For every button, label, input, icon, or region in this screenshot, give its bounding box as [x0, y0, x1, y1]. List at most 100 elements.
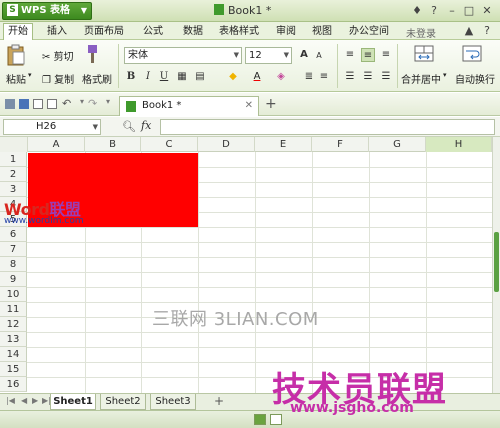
bold-button[interactable]: B — [124, 70, 138, 84]
format-painter-label[interactable]: 格式刷 — [82, 71, 112, 86]
login-link[interactable]: 未登录 — [406, 25, 436, 40]
row-header[interactable]: 11 — [0, 302, 27, 317]
tab-office-space[interactable]: 办公空间 — [349, 24, 389, 39]
sheet-tab-sheet3[interactable]: Sheet3 — [150, 394, 196, 410]
close-button[interactable]: ✕ — [480, 4, 494, 17]
tab-review[interactable]: 审阅 — [276, 24, 296, 39]
underline-button[interactable]: U — [157, 70, 171, 84]
row-header[interactable]: 13 — [0, 332, 27, 347]
align-left-icon[interactable]: ☰ — [343, 70, 357, 84]
row-header[interactable]: 8 — [0, 257, 27, 272]
preview-icon[interactable] — [47, 99, 57, 109]
row-header[interactable]: 12 — [0, 317, 27, 332]
print-icon[interactable] — [33, 99, 43, 109]
normal-view-icon[interactable] — [254, 414, 266, 425]
row-header[interactable]: 14 — [0, 347, 27, 362]
align-middle-icon[interactable]: ≡ — [361, 48, 375, 62]
prev-sheet-icon[interactable]: ◀ — [21, 396, 27, 405]
undo-icon[interactable]: ↶ — [62, 97, 71, 110]
next-sheet-icon[interactable]: ▶ — [32, 396, 38, 405]
align-right-icon[interactable]: ☰ — [379, 70, 393, 84]
tab-formulas[interactable]: 公式 — [143, 24, 163, 39]
decrease-font-icon[interactable]: A — [312, 49, 326, 63]
fill-color-icon[interactable]: ◆ — [226, 70, 240, 84]
help-icon[interactable]: ? — [427, 4, 441, 17]
scrollbar-thumb[interactable] — [494, 232, 499, 292]
help-circle-icon[interactable]: ? — [480, 24, 494, 37]
add-tab-button[interactable]: + — [265, 96, 277, 112]
font-size-select[interactable]: 12 ▼ — [245, 47, 292, 64]
align-top-icon[interactable]: ≡ — [343, 48, 357, 62]
increase-font-icon[interactable]: A — [297, 48, 311, 62]
clear-format-icon[interactable]: ◈ — [274, 70, 288, 84]
row-header[interactable]: 10 — [0, 287, 27, 302]
indent-icon[interactable]: ≣ — [302, 70, 316, 84]
paste-button[interactable] — [6, 44, 28, 68]
chevron-up-icon[interactable]: ▲ — [462, 24, 476, 37]
row-header[interactable]: 16 — [0, 377, 27, 392]
vertical-scrollbar[interactable] — [492, 137, 500, 393]
autowrap-label[interactable]: 自动换行 — [455, 71, 495, 86]
chevron-down-icon[interactable]: ▾ — [443, 71, 447, 79]
merge-center-label[interactable]: 合并居中 — [401, 71, 441, 86]
close-icon[interactable]: ✕ — [245, 97, 253, 115]
column-header-a[interactable]: A — [28, 137, 85, 152]
cut-button[interactable]: ✂ 剪切 — [42, 48, 74, 63]
outdent-icon[interactable]: ≡ — [317, 70, 331, 84]
first-sheet-icon[interactable]: |◀ — [6, 396, 15, 405]
font-color-button[interactable]: A — [250, 70, 264, 84]
tab-home[interactable]: 开始 — [3, 23, 33, 40]
border-icon[interactable]: ▦ — [175, 70, 189, 84]
add-sheet-button[interactable]: + — [214, 394, 224, 408]
sheet-tab-sheet1[interactable]: Sheet1 — [50, 394, 96, 410]
column-header-g[interactable]: G — [369, 137, 426, 152]
row-header[interactable]: 9 — [0, 272, 27, 287]
row-header[interactable]: 3 — [0, 182, 27, 197]
merge-center-button[interactable] — [414, 44, 434, 67]
tab-data[interactable]: 数据 — [183, 24, 203, 39]
paste-label[interactable]: 粘贴 — [6, 71, 26, 86]
chevron-down-icon[interactable]: ▾ — [80, 97, 84, 106]
italic-button[interactable]: I — [141, 70, 155, 84]
app-menu-button[interactable]: S WPS 表格 ▼ — [2, 2, 92, 20]
font-name-select[interactable]: 宋体 ▼ — [124, 47, 242, 64]
tab-table-style[interactable]: 表格样式 — [219, 24, 259, 39]
column-header-e[interactable]: E — [255, 137, 312, 152]
align-center-icon[interactable]: ☰ — [361, 70, 375, 84]
align-bottom-icon[interactable]: ≡ — [379, 48, 393, 62]
row-header[interactable]: 15 — [0, 362, 27, 377]
skin-icon[interactable]: ♦ — [410, 4, 424, 17]
chevron-down-icon[interactable]: ▾ — [28, 71, 32, 79]
sheet-tab-sheet2[interactable]: Sheet2 — [100, 394, 146, 410]
chevron-down-icon[interactable]: ▾ — [106, 97, 110, 106]
column-header-h[interactable]: H — [426, 137, 492, 152]
column-header-c[interactable]: C — [141, 137, 198, 152]
column-header-d[interactable]: D — [198, 137, 255, 152]
autowrap-button[interactable] — [462, 44, 482, 67]
tab-page-layout[interactable]: 页面布局 — [84, 24, 124, 39]
page-break-view-icon[interactable] — [270, 414, 282, 425]
save-icon[interactable] — [19, 99, 29, 109]
copy-button[interactable]: ❐ 复制 — [42, 71, 74, 86]
row-header[interactable]: 7 — [0, 242, 27, 257]
tab-insert[interactable]: 插入 — [47, 24, 67, 39]
fx-button[interactable]: fx — [141, 119, 151, 132]
formula-input[interactable] — [160, 119, 495, 135]
row-header[interactable]: 2 — [0, 167, 27, 182]
magnifier-icon[interactable]: 🔍︎ — [122, 120, 136, 133]
document-tab[interactable]: Book1 * ✕ — [119, 96, 259, 116]
column-header-f[interactable]: F — [312, 137, 369, 152]
tab-view[interactable]: 视图 — [312, 24, 332, 39]
select-all-corner[interactable] — [0, 137, 28, 152]
format-painter-button[interactable] — [84, 44, 100, 67]
column-header-b[interactable]: B — [85, 137, 141, 152]
name-box[interactable]: H26 ▼ — [3, 119, 101, 135]
row-header[interactable]: 6 — [0, 227, 27, 242]
row-header[interactable]: 1 — [0, 152, 27, 167]
spreadsheet-grid[interactable]: A B C D E F G H 1 2 3 4 5 6 7 8 9 10 11 … — [0, 137, 492, 393]
merge-border-icon[interactable]: ▤ — [193, 70, 207, 84]
maximize-button[interactable]: □ — [462, 4, 476, 17]
new-icon[interactable] — [5, 99, 15, 109]
redo-icon[interactable]: ↷ — [88, 97, 97, 110]
minimize-button[interactable]: – — [445, 4, 459, 17]
